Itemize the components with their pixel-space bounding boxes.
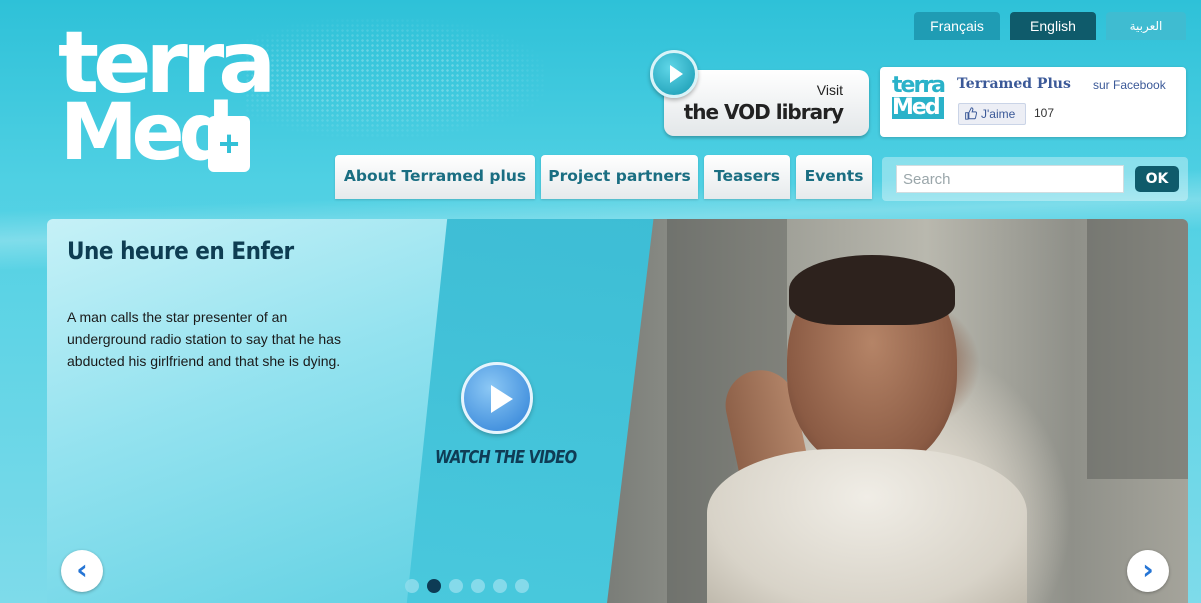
nav-events[interactable]: Events [796, 155, 872, 199]
facebook-widget: terra Med Terramed Plus sur Facebook J'a… [880, 67, 1186, 137]
hero-title: Une heure en Enfer [67, 237, 294, 265]
facebook-suffix: sur Facebook [1093, 78, 1166, 92]
vod-title-label: the VOD library [683, 100, 844, 124]
vod-visit-label: Visit [816, 82, 843, 98]
fb-logo-text-bottom: Med [892, 97, 944, 119]
language-tab-french[interactable]: Français [914, 12, 1000, 40]
slider-dot[interactable] [471, 579, 485, 593]
chevron-left-icon[interactable]: ‹ [61, 550, 103, 592]
slider-dot[interactable] [515, 579, 529, 593]
facebook-page-link[interactable]: Terramed Plus [957, 76, 1071, 92]
hero-description: A man calls the star presenter of an und… [67, 309, 341, 369]
language-tab-arabic[interactable]: العربية [1106, 12, 1186, 40]
photo-hair-shape [789, 255, 955, 325]
slider-dot[interactable] [405, 579, 419, 593]
play-triangle [670, 65, 683, 83]
play-icon [491, 385, 513, 413]
language-tab-english[interactable]: English [1010, 12, 1096, 40]
logo-text-med: Med [60, 88, 234, 178]
facebook-like-label: J'aime [981, 107, 1016, 121]
vod-play-icon[interactable] [650, 50, 698, 98]
page: terra Med + Français English العربية Vis… [0, 0, 1201, 603]
nav-about-terramed[interactable]: About Terramed plus [335, 155, 535, 199]
terramed-logo[interactable]: terra Med + [58, 20, 276, 178]
facebook-like-button[interactable]: J'aime [958, 103, 1026, 125]
hero-text-panel [47, 219, 667, 603]
search-bar: OK [882, 157, 1188, 201]
watch-video-link[interactable]: WATCH THE VIDEO [435, 447, 577, 468]
slider-dot[interactable] [493, 579, 507, 593]
search-ok-button[interactable]: OK [1135, 166, 1179, 192]
search-input[interactable] [896, 165, 1124, 193]
facebook-like-count: 107 [1034, 106, 1055, 120]
slider-pagination [405, 579, 529, 593]
hero-slider: Une heure en Enfer A man calls the star … [47, 219, 1188, 603]
photo-body-shape [707, 449, 1027, 603]
slider-dot[interactable] [427, 579, 441, 593]
nav-teasers[interactable]: Teasers [704, 155, 790, 199]
thumbs-up-icon [965, 107, 977, 120]
watch-video-play-button[interactable] [461, 362, 533, 434]
photo-building-shape [1087, 219, 1188, 479]
facebook-page-logo[interactable]: terra Med [892, 75, 946, 127]
logo-plus-icon: + [208, 116, 250, 172]
chevron-right-icon[interactable]: › [1127, 550, 1169, 592]
world-map-decoration [245, 18, 545, 138]
nav-project-partners[interactable]: Project partners [541, 155, 698, 199]
slider-dot[interactable] [449, 579, 463, 593]
